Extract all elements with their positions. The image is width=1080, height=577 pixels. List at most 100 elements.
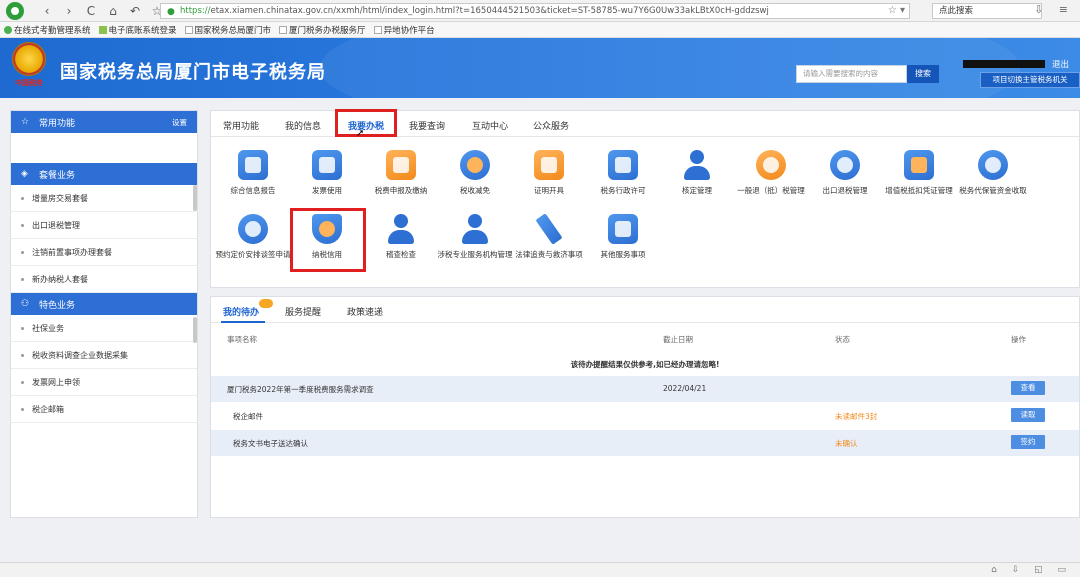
service-legal[interactable]: 法律追责与救济事项 <box>509 213 589 260</box>
service-label: 法律追责与救济事项 <box>515 250 583 259</box>
service-label: 税费申报及缴纳 <box>374 186 428 195</box>
todo-tabs: 我的待办 服务提醒 政策速递 <box>211 297 1079 323</box>
row-name: 税务文书电子送达确认 <box>233 439 308 448</box>
service-vat-voucher[interactable]: 增值税抵扣凭证管理 <box>879 150 959 196</box>
bullet-icon <box>21 353 24 357</box>
bookmark-item[interactable]: 电子底账系统登录 <box>98 24 177 36</box>
bookmark-item[interactable]: 在线式考勤管理系统 <box>4 24 91 36</box>
sidebar-item[interactable]: 税收资料调查企业数据采集 <box>11 342 197 369</box>
service-agency[interactable]: 涉税专业服务机构管理 <box>435 214 515 260</box>
sidebar-item[interactable]: 发票网上申领 <box>11 369 197 396</box>
sidebar-item[interactable]: 注销前置事项办理套餐 <box>11 239 197 266</box>
view-button[interactable]: 查看 <box>1011 381 1045 395</box>
service-other[interactable]: 其他服务事项 <box>583 214 663 260</box>
service-report[interactable]: 综合信息报告 <box>213 150 293 196</box>
browser-search-input[interactable]: 点此搜索 <box>932 3 1042 19</box>
sidebar-item-label: 税收资料调查企业数据采集 <box>32 350 128 360</box>
bullet-icon <box>21 277 24 281</box>
reload-button[interactable]: C <box>82 2 100 20</box>
money-bag-icon <box>978 150 1008 180</box>
bookmark-label: 厦门税务办税服务厅 <box>289 25 366 36</box>
service-export-refund[interactable]: 出口退税管理 <box>805 150 885 196</box>
sidebar-section-special[interactable]: ⚇ 特色业务 <box>11 293 197 315</box>
bookmark-label: 国家税务总局厦门市 <box>194 25 272 36</box>
todo-badge <box>259 299 273 308</box>
tab-service-reminder[interactable]: 服务提醒 <box>285 305 321 318</box>
browser-status-bar: ⌂ ⇩ ◱ ▭ <box>0 562 1080 577</box>
table-row: 厦门税务2022年第一季度税费服务需求调查 2022/04/21 查看 <box>211 376 1079 402</box>
sidebar-item[interactable]: 出口退税管理 <box>11 212 197 239</box>
row-name: 厦门税务2022年第一季度税费服务需求调查 <box>227 385 374 394</box>
service-highlight-box <box>290 208 366 272</box>
refund-icon <box>756 150 786 180</box>
page-icon <box>279 25 288 34</box>
sidebar-section-title: 常用功能 <box>39 118 76 129</box>
home-button[interactable]: ⌂ <box>104 2 122 20</box>
sidebar-section-common[interactable]: ☆ 常用功能 设置 <box>11 111 197 133</box>
sidebar-settings-link[interactable]: 设置 <box>172 117 187 128</box>
service-label: 核定管理 <box>682 186 712 195</box>
bookmark-label: 异地协作平台 <box>383 25 435 36</box>
sidebar-item-label: 增量房交易套餐 <box>32 193 88 203</box>
service-invoice[interactable]: 发票使用 <box>287 150 367 196</box>
service-tax-reduce[interactable]: 税收减免 <box>435 150 515 196</box>
tab-interaction[interactable]: 互动中心 <box>472 119 508 132</box>
tab-policy-news[interactable]: 政策速递 <box>347 305 383 318</box>
sidebar-empty-area <box>11 133 197 163</box>
sidebar-item[interactable]: 社保业务 <box>11 315 197 342</box>
bullet-icon <box>21 223 24 227</box>
service-license[interactable]: 税务行政许可 <box>583 150 663 196</box>
tab-my-todo[interactable]: 我的待办 <box>223 305 259 318</box>
tab-public-service[interactable]: 公众服务 <box>533 119 569 132</box>
bookmark-item[interactable]: 国家税务总局厦门市 <box>184 24 272 36</box>
service-label: 发票使用 <box>312 186 342 195</box>
switch-tax-authority-button[interactable]: 项目切换主管税务机关 <box>980 72 1080 88</box>
site-search-input[interactable]: 请输入需要搜索的内容 <box>796 65 907 83</box>
service-label: 证明开具 <box>534 186 564 195</box>
people-icon: ⚇ <box>21 299 30 309</box>
undo-button[interactable]: ↶ <box>126 2 144 20</box>
tab-common[interactable]: 常用功能 <box>223 119 259 132</box>
service-tax-declare[interactable]: 税费申报及缴纳 <box>361 150 441 196</box>
service-label: 其他服务事项 <box>600 250 646 259</box>
sidebar-scrollbar[interactable] <box>193 317 197 343</box>
tab-highlight-box <box>335 109 397 137</box>
browser-toolbar: ‹ › C ⌂ ↶ ☆ ● https:// etax.xiamen.china… <box>0 0 1080 22</box>
sidebar-item[interactable]: 增量房交易套餐 <box>11 185 197 212</box>
sidebar-item-label: 社保业务 <box>32 323 64 333</box>
address-bar[interactable]: ● https:// etax.xiamen.chinatax.gov.cn/x… <box>160 3 910 19</box>
status-bar-icons[interactable]: ⌂ ⇩ ◱ ▭ <box>991 565 1072 575</box>
sign-button[interactable]: 签约 <box>1011 435 1045 449</box>
sidebar-item[interactable]: 税企邮箱 <box>11 396 197 423</box>
tab-query[interactable]: 我要查询 <box>409 119 445 132</box>
emblem-icon <box>12 42 46 76</box>
bookmark-item[interactable]: 厦门税务办税服务厅 <box>279 24 366 36</box>
sidebar-scrollbar[interactable] <box>193 185 197 211</box>
lock-icon: ● <box>167 6 175 17</box>
service-pricing[interactable]: 预约定价安排谈签申请 <box>213 214 293 260</box>
bookmark-label: 电子底账系统登录 <box>108 25 177 36</box>
sidebar-section-packages[interactable]: ◈ 套餐业务 <box>11 163 197 185</box>
service-certificate[interactable]: 证明开具 <box>509 150 589 196</box>
back-button[interactable]: ‹ <box>38 2 56 20</box>
service-label: 一般退（抵）税管理 <box>737 186 805 195</box>
bookmarks-bar: 在线式考勤管理系统 电子底账系统登录 国家税务总局厦门市 厦门税务办税服务厅 异… <box>0 22 1080 38</box>
bookmark-item[interactable]: 异地协作平台 <box>373 24 435 36</box>
address-bar-icons[interactable]: ☆ ▾ <box>888 5 905 16</box>
tab-my-info[interactable]: 我的信息 <box>285 119 321 132</box>
sidebar-item-label: 新办纳税人套餐 <box>32 274 88 284</box>
verify-icon <box>682 150 712 180</box>
browser-menu-icons[interactable]: ⇩ ≡ <box>1034 3 1074 16</box>
site-search-button[interactable]: 搜索 <box>907 65 939 83</box>
service-refund[interactable]: 一般退（抵）税管理 <box>731 150 811 196</box>
service-verify[interactable]: 核定管理 <box>657 150 737 196</box>
invoice-icon <box>312 150 342 180</box>
site-title: 国家税务总局厦门市电子税务局 <box>60 62 326 83</box>
forward-button[interactable]: › <box>60 2 78 20</box>
sidebar-item[interactable]: 新办纳税人套餐 <box>11 266 197 293</box>
logout-link[interactable]: 退出 <box>1052 58 1069 70</box>
read-button[interactable]: 读取 <box>1011 408 1045 422</box>
service-money-bag[interactable]: 税务代保管资金收取 <box>953 150 1033 196</box>
sidebar-section-title: 套餐业务 <box>39 170 76 181</box>
service-inspection[interactable]: 稽查检查 <box>361 214 441 260</box>
